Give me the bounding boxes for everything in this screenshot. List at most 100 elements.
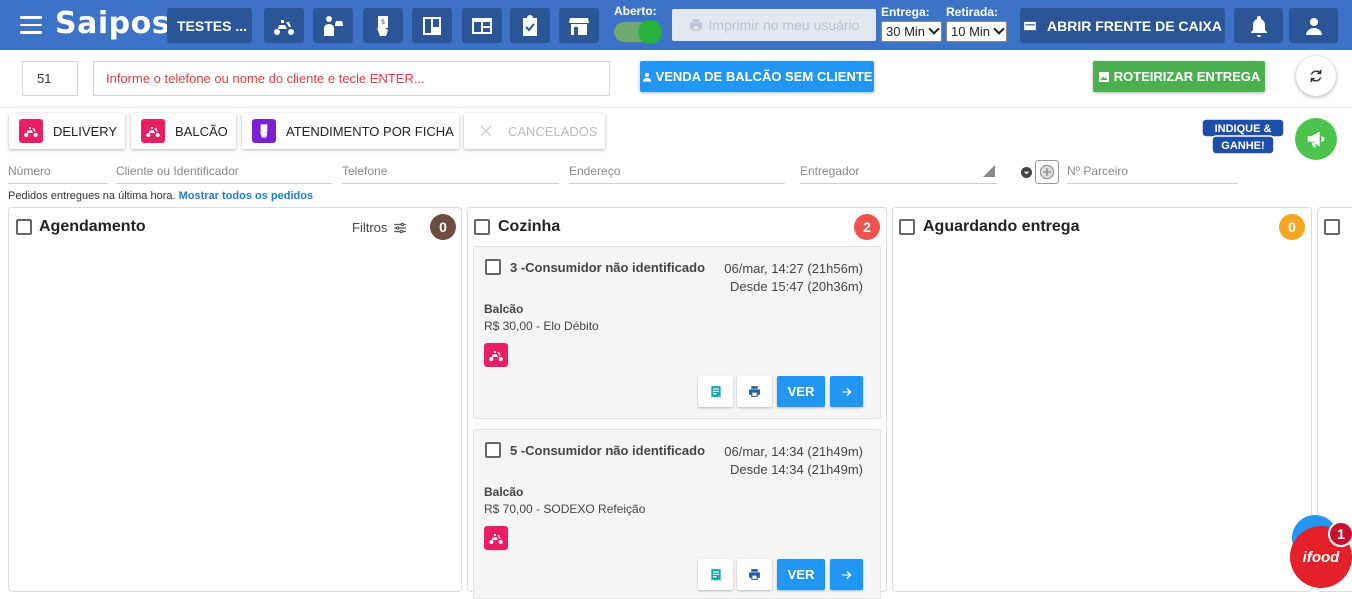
close-icon — [474, 119, 498, 143]
order-receipt-button[interactable] — [698, 376, 733, 407]
filter-cliente[interactable]: Cliente ou Identificador — [116, 160, 332, 184]
order-card[interactable]: 5 -Consumidor não identificado 06/mar, 1… — [473, 429, 881, 599]
user-profile-button[interactable] — [1289, 8, 1338, 43]
filter-telefone[interactable]: Telefone — [342, 160, 559, 184]
store-selector-button[interactable]: TESTES ... — [167, 8, 252, 43]
motorcycle-icon — [274, 19, 294, 35]
svg-text:$: $ — [381, 18, 385, 26]
order-dates: 06/mar, 14:27 (21h56m) Desde 15:47 (20h3… — [724, 260, 863, 296]
column-count-badge: 0 — [1279, 214, 1305, 240]
refresh-icon — [1310, 70, 1322, 82]
column-count-badge: 2 — [854, 214, 880, 240]
ticket-hand-icon: $ — [377, 15, 388, 36]
tab-cancelados[interactable]: CANCELADOS — [464, 113, 605, 149]
promo-line1: INDIQUE & — [1215, 123, 1272, 135]
ticket-hand-icon — [252, 119, 276, 143]
order-since: Desde 14:34 (21h49m) — [730, 462, 863, 477]
column-agendamento: Agendamento Filtros 0 — [8, 207, 462, 592]
tab-balcao-label: BALCÃO — [175, 123, 228, 139]
order-print-button[interactable] — [737, 376, 772, 407]
filters-label: Filtros — [352, 220, 388, 235]
top-bar: Saipos TESTES ... $ Aberto: Imprimir no … — [0, 0, 1352, 50]
info-line: Pedidos entregues na última hora. Mostra… — [8, 190, 313, 202]
entrega-time-select[interactable]: 30 Min — [881, 21, 942, 42]
filter-parceiro[interactable]: Nº Parceiro — [1067, 160, 1238, 184]
store-button[interactable] — [559, 8, 599, 43]
show-all-orders-link[interactable]: Mostrar todos os pedidos — [179, 190, 313, 202]
filters-button[interactable]: Filtros — [352, 220, 407, 235]
order-view-button[interactable]: VER — [777, 559, 825, 590]
order-receipt-button[interactable] — [698, 559, 733, 590]
entrega-time-value: 30 Min — [886, 24, 926, 39]
notifications-button[interactable] — [1234, 8, 1283, 43]
printer-icon — [749, 386, 760, 397]
promo-line2: GANHE! — [1221, 140, 1264, 152]
delivery-motorcycle-button[interactable] — [264, 8, 304, 43]
print-user-button[interactable]: Imprimir no meu usuário — [672, 9, 876, 41]
arrow-right-icon — [841, 387, 851, 396]
column-select-checkbox[interactable] — [16, 219, 32, 235]
printer-icon — [749, 569, 760, 580]
open-cash-register-button[interactable]: ABRIR FRENTE DE CAIXA — [1020, 8, 1225, 43]
column-header: Agendamento Filtros 0 — [9, 208, 461, 246]
filter-entregador-label: Entregador — [800, 164, 860, 178]
user-icon — [1305, 17, 1322, 35]
printer-icon — [689, 19, 702, 31]
column-title: Cozinha — [498, 218, 561, 235]
open-status-label: Aberto: — [614, 4, 657, 18]
cash-register-icon — [1024, 21, 1036, 30]
order-advance-button[interactable] — [830, 559, 863, 590]
entrega-label: Entrega: — [881, 5, 930, 19]
app-logo: Saipos — [55, 6, 171, 41]
column-select-checkbox[interactable] — [474, 219, 490, 235]
tab-atendimento-ficha[interactable]: ATENDIMENTO POR FICHA — [242, 113, 459, 149]
checklist-button[interactable] — [510, 8, 550, 43]
client-search-input[interactable]: Informe o telefone ou nome do cliente e … — [93, 61, 610, 96]
chevron-down-icon — [993, 23, 1005, 35]
menu-icon[interactable] — [20, 16, 42, 34]
indique-ganhe-badge[interactable]: INDIQUE & GANHE! — [1200, 118, 1286, 156]
order-select-checkbox[interactable] — [485, 259, 501, 275]
filter-endereco[interactable]: Endereço — [569, 160, 785, 184]
order-card[interactable]: 3 -Consumidor não identificado 06/mar, 1… — [473, 246, 881, 419]
chevron-down-circle-icon[interactable] — [1021, 167, 1032, 178]
order-view-button[interactable]: VER — [777, 376, 825, 407]
order-select-checkbox[interactable] — [485, 442, 501, 458]
table-layout-button[interactable] — [462, 8, 502, 43]
column-count-badge: 0 — [430, 214, 456, 240]
open-status-toggle[interactable] — [614, 20, 662, 44]
order-advance-button[interactable] — [830, 376, 863, 407]
order-payment: R$ 30,00 - Elo Débito — [484, 319, 599, 333]
print-user-label: Imprimir no meu usuário — [708, 17, 860, 33]
column-select-checkbox[interactable] — [1324, 219, 1340, 235]
order-print-button[interactable] — [737, 559, 772, 590]
tab-balcao[interactable]: BALCÃO — [131, 113, 236, 149]
counter-sale-button[interactable]: VENDA DE BALCÃO SEM CLIENTE — [640, 61, 874, 92]
order-date: 06/mar, 14:27 (21h56m) — [724, 261, 863, 276]
person-icon — [642, 72, 651, 82]
retirada-time-select[interactable]: 10 Min — [946, 21, 1007, 42]
order-date: 06/mar, 14:34 (21h49m) — [724, 444, 863, 459]
column-header: Cozinha 2 — [468, 208, 886, 246]
bell-icon — [1250, 15, 1267, 37]
kanban-board-button[interactable] — [412, 8, 452, 43]
order-since: Desde 15:47 (20h36m) — [730, 279, 863, 294]
tab-atendimento-ficha-label: ATENDIMENTO POR FICHA — [286, 123, 454, 139]
filter-numero[interactable]: Número — [8, 160, 108, 184]
motorcycle-icon — [141, 119, 165, 143]
megaphone-icon — [1307, 131, 1325, 148]
order-number-input[interactable]: 51 — [22, 61, 78, 96]
ticket-hand-button[interactable]: $ — [363, 8, 403, 43]
refresh-button[interactable] — [1296, 56, 1336, 96]
tab-delivery[interactable]: DELIVERY — [9, 113, 125, 149]
waiter-button[interactable] — [313, 8, 353, 43]
toggle-knob — [638, 20, 662, 44]
retirada-time-value: 10 Min — [951, 24, 991, 39]
map-icon — [1098, 71, 1109, 82]
column-header: Aguardando entrega 0 — [893, 208, 1311, 246]
column-select-checkbox[interactable] — [899, 219, 915, 235]
route-delivery-button[interactable]: ROTEIRIZAR ENTREGA — [1093, 61, 1265, 92]
announcements-button[interactable] — [1295, 118, 1337, 160]
arrow-right-icon — [841, 570, 851, 579]
filter-entregador[interactable]: Entregador — [800, 160, 997, 184]
